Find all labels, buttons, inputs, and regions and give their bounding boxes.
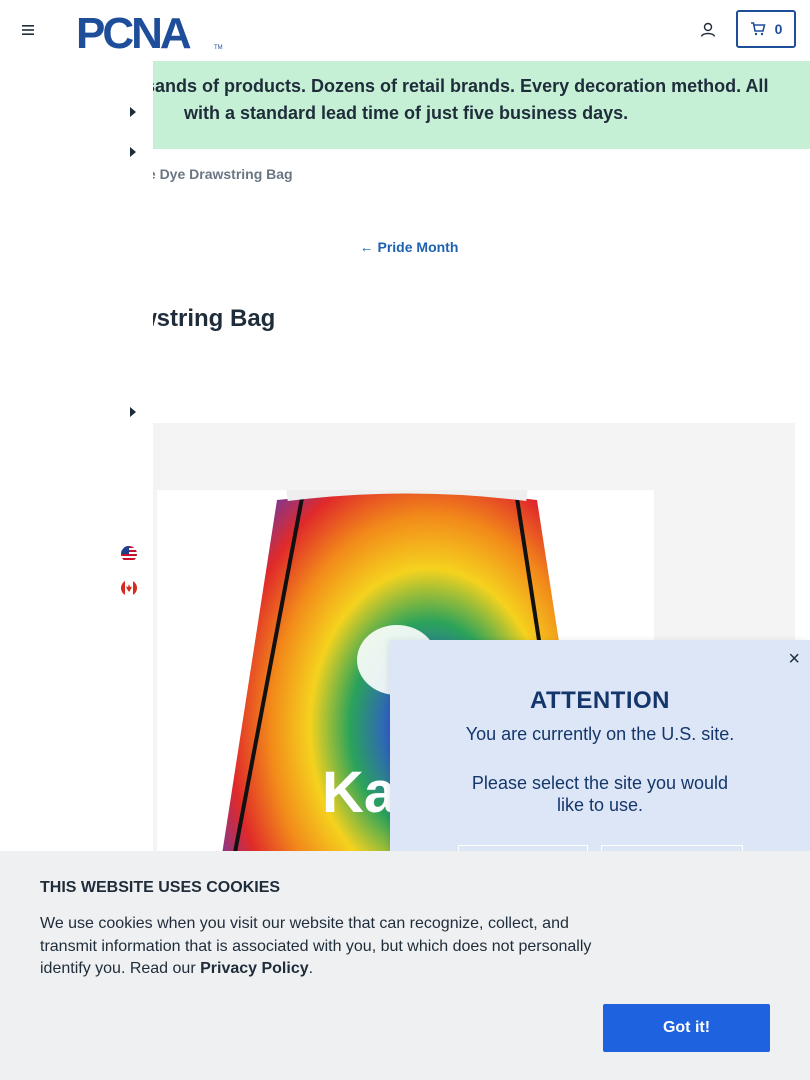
menu-icon[interactable] — [20, 22, 36, 38]
modal-heading: ATTENTION — [529, 687, 671, 714]
pcna-logo[interactable]: PCNA TM — [76, 11, 224, 51]
got-it-button[interactable]: Got it! — [603, 1004, 770, 1052]
cookie-banner: THIS WEBSITE USES COOKIES We use cookies… — [0, 851, 810, 1080]
cookie-period: . — [308, 960, 314, 977]
close-icon[interactable]: × — [788, 648, 800, 671]
back-link-label: Pride Month — [377, 239, 459, 255]
us-flag-icon[interactable] — [121, 546, 137, 562]
cookie-heading: THIS WEBSITE USES COOKIES — [40, 879, 281, 896]
cart-icon — [750, 22, 766, 36]
site-header: PCNA TM 0 — [0, 0, 810, 61]
modal-current-site-text: You are currently on the U.S. site. — [465, 724, 735, 744]
caret-right-icon[interactable] — [130, 147, 136, 157]
canada-flag-icon[interactable] — [121, 580, 137, 596]
cookie-body: We use cookies when you visit our websit… — [40, 913, 610, 981]
caret-right-icon[interactable] — [130, 407, 136, 417]
cart-count: 0 — [774, 21, 783, 37]
caret-right-icon[interactable] — [130, 107, 136, 117]
cart-button[interactable]: 0 — [736, 10, 796, 48]
bag-imprint-text: Ka — [322, 760, 397, 825]
arrow-left-icon: ← — [359, 239, 374, 255]
cookie-body-text: We use cookies when you visit our websit… — [40, 915, 592, 977]
svg-text:TM: TM — [214, 45, 223, 51]
privacy-policy-link[interactable]: Privacy Policy — [200, 960, 309, 977]
logo-text: PCNA — [76, 11, 191, 51]
modal-select-site-text: Please select the site you would like to… — [471, 773, 729, 815]
account-icon[interactable] — [698, 20, 718, 40]
